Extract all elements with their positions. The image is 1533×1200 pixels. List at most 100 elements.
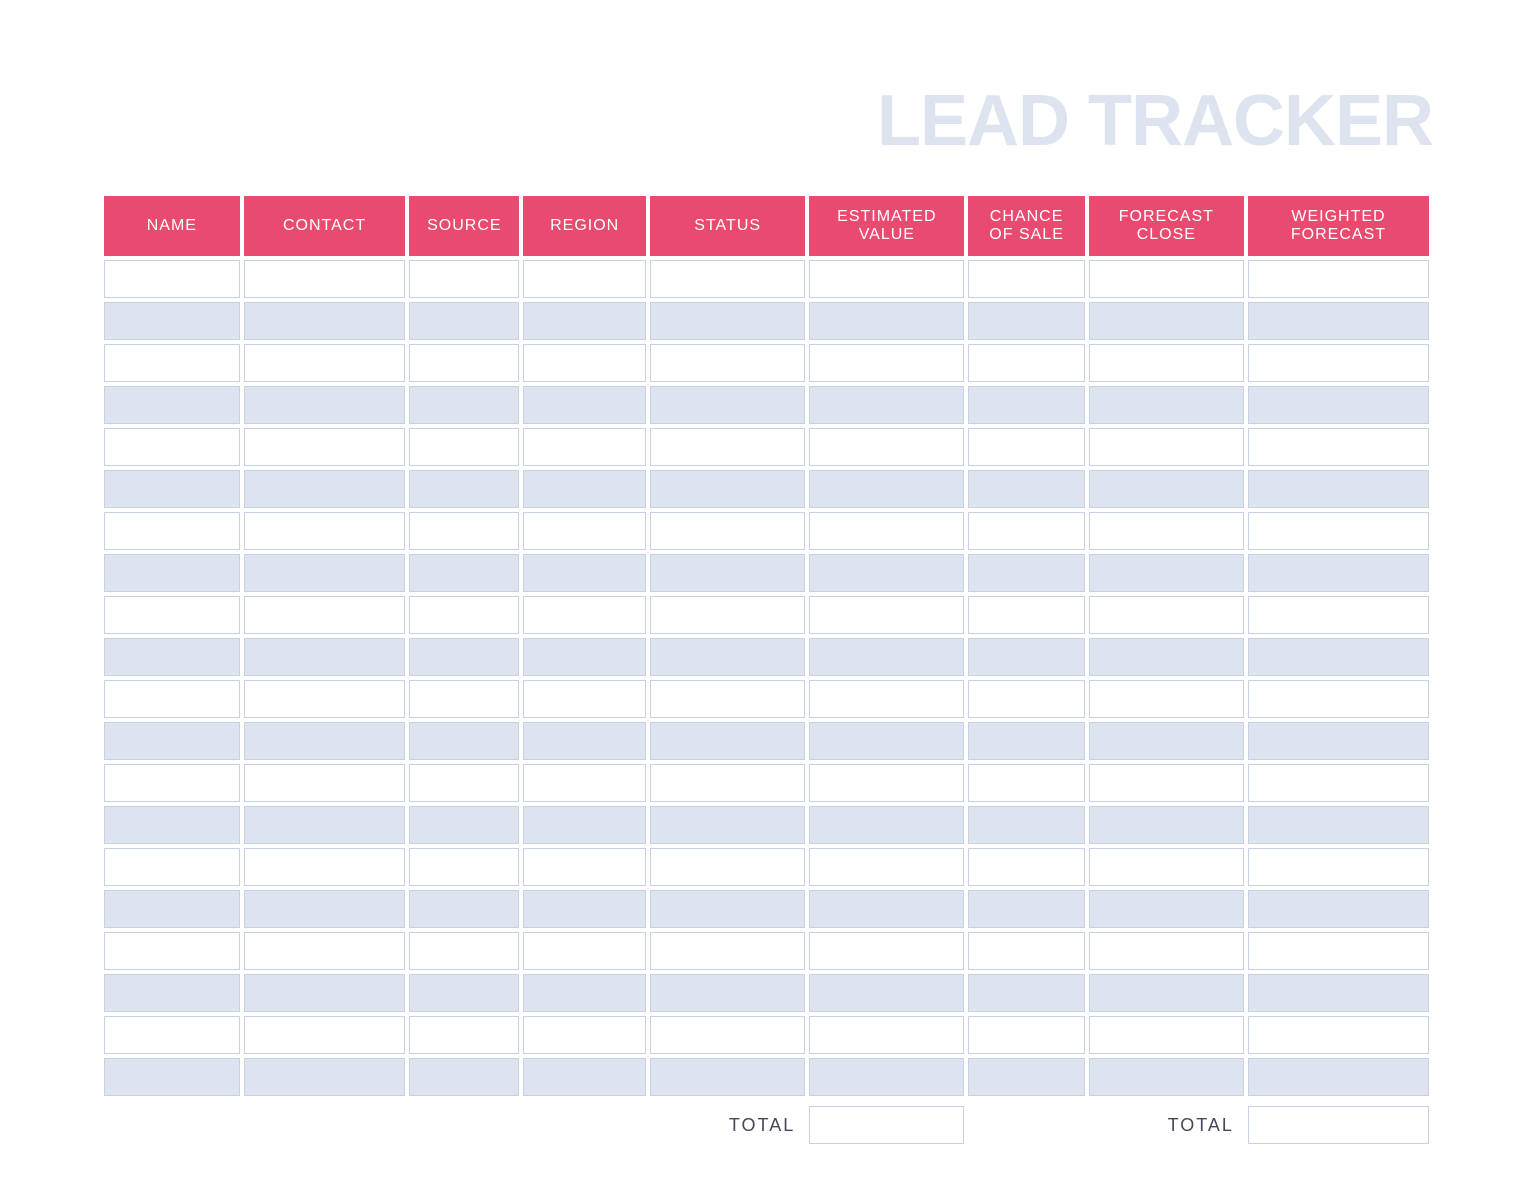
table-cell[interactable]	[809, 890, 964, 928]
table-cell[interactable]	[968, 512, 1084, 550]
table-cell[interactable]	[650, 512, 805, 550]
table-cell[interactable]	[1089, 596, 1244, 634]
table-cell[interactable]	[650, 344, 805, 382]
table-cell[interactable]	[1089, 1016, 1244, 1054]
table-cell[interactable]	[809, 722, 964, 760]
table-cell[interactable]	[1248, 344, 1429, 382]
table-cell[interactable]	[968, 1016, 1084, 1054]
table-cell[interactable]	[809, 1058, 964, 1096]
table-cell[interactable]	[1248, 974, 1429, 1012]
table-cell[interactable]	[104, 890, 240, 928]
table-cell[interactable]	[244, 302, 406, 340]
table-cell[interactable]	[1089, 932, 1244, 970]
table-cell[interactable]	[1248, 596, 1429, 634]
table-cell[interactable]	[968, 470, 1084, 508]
table-cell[interactable]	[244, 1016, 406, 1054]
table-cell[interactable]	[409, 512, 519, 550]
table-cell[interactable]	[650, 386, 805, 424]
table-cell[interactable]	[1089, 386, 1244, 424]
table-cell[interactable]	[650, 554, 805, 592]
table-cell[interactable]	[1248, 554, 1429, 592]
table-cell[interactable]	[1248, 890, 1429, 928]
table-cell[interactable]	[809, 932, 964, 970]
table-cell[interactable]	[650, 722, 805, 760]
table-cell[interactable]	[409, 1058, 519, 1096]
table-cell[interactable]	[1089, 806, 1244, 844]
table-cell[interactable]	[523, 764, 646, 802]
table-cell[interactable]	[1248, 386, 1429, 424]
table-cell[interactable]	[104, 344, 240, 382]
table-cell[interactable]	[244, 260, 406, 298]
table-cell[interactable]	[968, 806, 1084, 844]
table-cell[interactable]	[650, 848, 805, 886]
table-cell[interactable]	[809, 344, 964, 382]
table-cell[interactable]	[409, 596, 519, 634]
table-cell[interactable]	[650, 470, 805, 508]
table-cell[interactable]	[244, 764, 406, 802]
table-cell[interactable]	[809, 974, 964, 1012]
table-cell[interactable]	[244, 386, 406, 424]
table-cell[interactable]	[1089, 890, 1244, 928]
table-cell[interactable]	[523, 428, 646, 466]
table-cell[interactable]	[104, 806, 240, 844]
table-cell[interactable]	[244, 806, 406, 844]
table-cell[interactable]	[650, 974, 805, 1012]
table-cell[interactable]	[104, 722, 240, 760]
table-cell[interactable]	[1089, 470, 1244, 508]
table-cell[interactable]	[809, 680, 964, 718]
table-cell[interactable]	[104, 764, 240, 802]
table-cell[interactable]	[104, 974, 240, 1012]
table-cell[interactable]	[523, 512, 646, 550]
table-cell[interactable]	[104, 638, 240, 676]
table-cell[interactable]	[968, 764, 1084, 802]
table-cell[interactable]	[968, 386, 1084, 424]
table-cell[interactable]	[523, 722, 646, 760]
table-cell[interactable]	[409, 890, 519, 928]
table-cell[interactable]	[809, 428, 964, 466]
table-cell[interactable]	[104, 260, 240, 298]
table-cell[interactable]	[409, 260, 519, 298]
table-cell[interactable]	[1089, 428, 1244, 466]
table-cell[interactable]	[968, 302, 1084, 340]
table-cell[interactable]	[244, 680, 406, 718]
table-cell[interactable]	[244, 596, 406, 634]
table-cell[interactable]	[968, 638, 1084, 676]
table-cell[interactable]	[650, 932, 805, 970]
table-cell[interactable]	[104, 680, 240, 718]
table-cell[interactable]	[1248, 638, 1429, 676]
table-cell[interactable]	[104, 596, 240, 634]
table-cell[interactable]	[809, 848, 964, 886]
table-cell[interactable]	[809, 470, 964, 508]
table-cell[interactable]	[1248, 512, 1429, 550]
table-cell[interactable]	[809, 806, 964, 844]
table-cell[interactable]	[809, 512, 964, 550]
table-cell[interactable]	[409, 386, 519, 424]
table-cell[interactable]	[409, 344, 519, 382]
table-cell[interactable]	[409, 848, 519, 886]
table-cell[interactable]	[409, 764, 519, 802]
table-cell[interactable]	[1089, 1058, 1244, 1096]
table-cell[interactable]	[523, 932, 646, 970]
table-cell[interactable]	[523, 260, 646, 298]
table-cell[interactable]	[409, 470, 519, 508]
table-cell[interactable]	[968, 596, 1084, 634]
table-cell[interactable]	[650, 1016, 805, 1054]
table-cell[interactable]	[409, 302, 519, 340]
table-cell[interactable]	[809, 596, 964, 634]
table-cell[interactable]	[104, 428, 240, 466]
table-cell[interactable]	[650, 1058, 805, 1096]
table-cell[interactable]	[1248, 722, 1429, 760]
table-cell[interactable]	[244, 638, 406, 676]
table-cell[interactable]	[650, 764, 805, 802]
table-cell[interactable]	[1248, 764, 1429, 802]
table-cell[interactable]	[968, 722, 1084, 760]
table-cell[interactable]	[244, 974, 406, 1012]
table-cell[interactable]	[809, 764, 964, 802]
table-cell[interactable]	[409, 722, 519, 760]
table-cell[interactable]	[1089, 554, 1244, 592]
table-cell[interactable]	[650, 680, 805, 718]
table-cell[interactable]	[968, 1058, 1084, 1096]
table-cell[interactable]	[809, 1016, 964, 1054]
table-cell[interactable]	[1248, 260, 1429, 298]
table-cell[interactable]	[1248, 470, 1429, 508]
